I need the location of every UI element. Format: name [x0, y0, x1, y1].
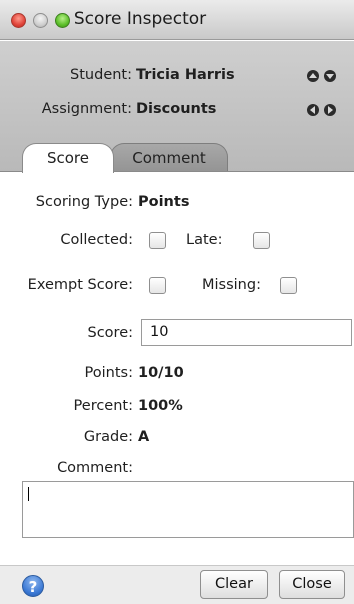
text-cursor [28, 487, 29, 501]
missing-label: Missing: [202, 277, 261, 293]
student-row: Student: Tricia Harris [0, 67, 354, 89]
title-bar: Score Inspector [0, 0, 354, 40]
points-value: 10/10 [138, 365, 184, 381]
scoring-type-value: Points [138, 194, 190, 210]
collected-checkbox[interactable] [149, 232, 166, 249]
comment-textarea[interactable] [22, 481, 354, 538]
next-student-icon[interactable] [324, 70, 336, 82]
scoring-type-label: Scoring Type: [35, 194, 133, 210]
comment-label: Comment: [57, 460, 133, 476]
percent-label: Percent: [73, 398, 133, 414]
window-title: Score Inspector [73, 9, 207, 29]
assignment-row: Assignment: Discounts [0, 101, 354, 123]
tab-score[interactable]: Score [22, 143, 114, 173]
student-name: Tricia Harris [136, 67, 235, 83]
close-button[interactable]: Close [279, 570, 345, 599]
exempt-score-label: Exempt Score: [27, 277, 133, 293]
score-input[interactable]: 10 [141, 319, 352, 346]
previous-student-icon[interactable] [307, 70, 319, 82]
late-checkbox[interactable] [253, 232, 270, 249]
grade-value: A [138, 429, 150, 445]
help-icon[interactable]: ? [22, 575, 44, 597]
next-assignment-icon[interactable] [324, 104, 336, 116]
previous-assignment-icon[interactable] [307, 104, 319, 116]
student-label: Student: [70, 67, 132, 83]
grade-label: Grade: [83, 429, 133, 445]
late-label: Late: [186, 232, 223, 248]
exempt-score-checkbox[interactable] [149, 277, 166, 294]
collected-label: Collected: [60, 232, 133, 248]
assignment-name: Discounts [136, 101, 217, 117]
percent-value: 100% [138, 398, 183, 414]
score-label: Score: [87, 325, 134, 341]
clear-button[interactable]: Clear [200, 570, 268, 599]
assignment-label: Assignment: [41, 101, 132, 117]
missing-checkbox[interactable] [280, 277, 297, 294]
tab-comment[interactable]: Comment [110, 143, 228, 173]
points-label: Points: [84, 365, 133, 381]
